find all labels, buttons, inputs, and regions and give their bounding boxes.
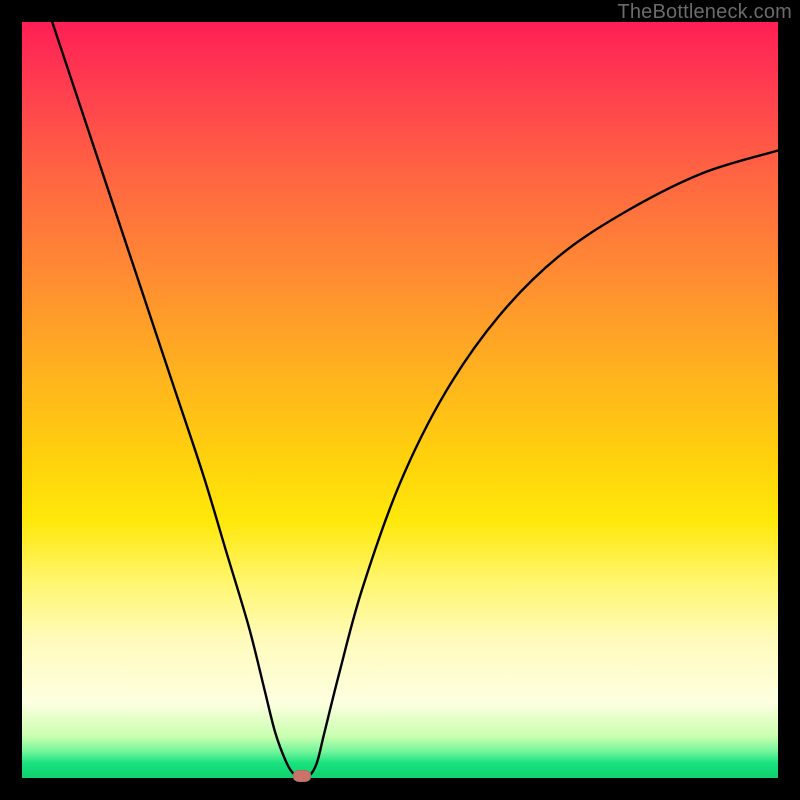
chart-frame: TheBottleneck.com (0, 0, 800, 800)
optimal-point-marker (293, 770, 311, 782)
bottleneck-curve (22, 22, 778, 778)
plot-area (22, 22, 778, 778)
watermark-text: TheBottleneck.com (617, 1, 792, 24)
